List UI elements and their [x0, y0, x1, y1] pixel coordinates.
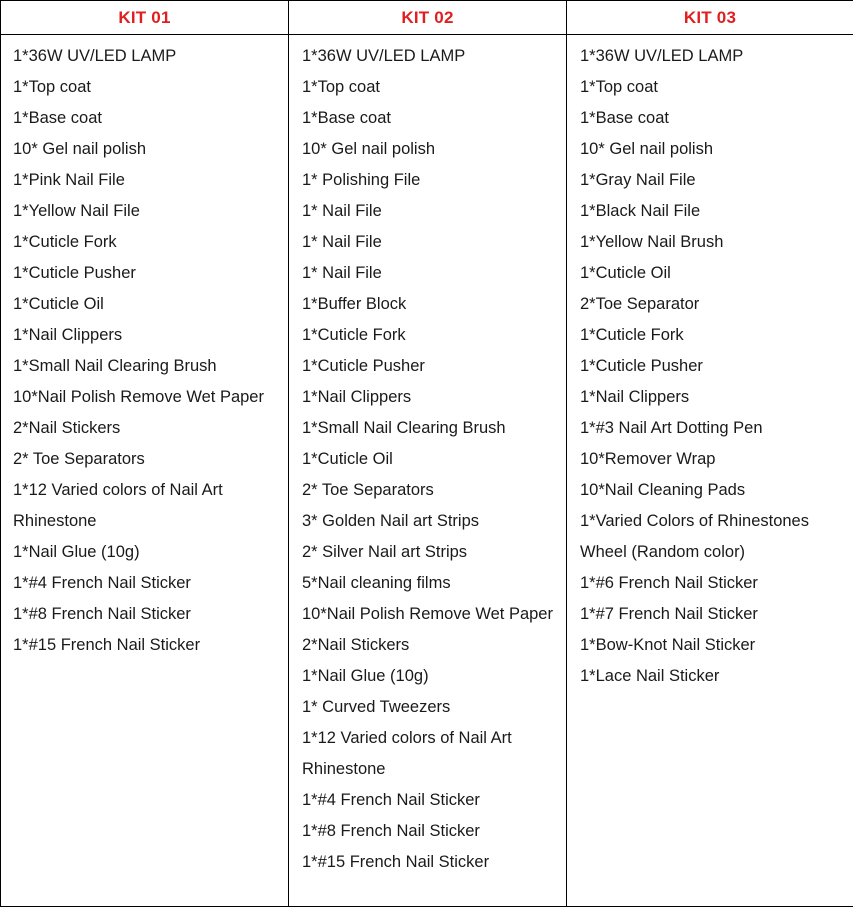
kit-02-contents-cell: 1*36W UV/LED LAMP 1*Top coat 1*Base coat 10… — [288, 34, 567, 907]
list-item: 1*#3 Nail Art Dotting Pen — [580, 419, 763, 437]
list-item: 1*12 Varied colors of Nail Art Rhineston… — [302, 729, 512, 778]
list-item: 10* Gel nail polish — [13, 140, 146, 158]
list-item: 1*Yellow Nail File — [13, 202, 140, 220]
table-body: 1*36W UV/LED LAMP 1*Top coat 1*Base coat 10… — [0, 34, 853, 907]
list-item: 1*#8 French Nail Sticker — [302, 822, 480, 840]
list-item: 1*Lace Nail Sticker — [580, 667, 720, 685]
list-item: 1* Nail File — [302, 264, 382, 282]
list-item: 1*Nail Clippers — [580, 388, 690, 406]
list-item: 1*Cuticle Fork — [580, 326, 684, 344]
list-item: 10*Remover Wrap — [580, 450, 716, 468]
list-item: 1*Base coat — [13, 109, 102, 127]
list-item: 1*Top coat — [302, 78, 380, 96]
list-item: 2*Nail Stickers — [302, 636, 410, 654]
list-item: 3* Golden Nail art Strips — [302, 512, 479, 530]
list-item: 1*Top coat — [580, 78, 658, 96]
list-item: 1*Nail Glue (10g) — [13, 543, 140, 561]
list-item: 1*Base coat — [580, 109, 669, 127]
list-item: 1* Nail File — [302, 233, 382, 251]
list-item: 1*Nail Clippers — [302, 388, 412, 406]
column-header-kit-02: KIT 02 — [288, 0, 567, 35]
list-item: 2*Toe Separator — [580, 295, 700, 313]
list-item: 1*12 Varied colors of Nail Art Rhineston… — [13, 481, 223, 530]
kit-03-item-list: 1*36W UV/LED LAMP 1*Top coat 1*Base coat 10… — [567, 41, 853, 692]
list-item: 1*Cuticle Oil — [302, 450, 393, 468]
list-item: 1*#15 French Nail Sticker — [302, 853, 490, 871]
list-item: 1*Nail Glue (10g) — [302, 667, 429, 685]
list-item: 1*#15 French Nail Sticker — [13, 636, 201, 654]
list-item: 1*Cuticle Pusher — [580, 357, 703, 375]
list-item: 1*Cuticle Fork — [302, 326, 406, 344]
table-row: 1*36W UV/LED LAMP 1*Top coat 1*Base coat 10… — [0, 34, 853, 907]
list-item: 1*Cuticle Fork — [13, 233, 117, 251]
list-item: 1*Base coat — [302, 109, 391, 127]
kit-01-item-list: 1*36W UV/LED LAMP 1*Top coat 1*Base coat 10… — [1, 41, 288, 661]
list-item: 1*#8 French Nail Sticker — [13, 605, 191, 623]
list-item: 2* Silver Nail art Strips — [302, 543, 468, 561]
list-item: 1*36W UV/LED LAMP — [13, 47, 177, 65]
list-item: 1*Gray Nail File — [580, 171, 696, 189]
list-item: 5*Nail cleaning films — [302, 574, 451, 592]
list-item: 10*Nail Polish Remove Wet Paper — [13, 388, 264, 406]
list-item: 1*Cuticle Oil — [580, 264, 671, 282]
kit-comparison-table: KIT 01 KIT 02 KIT 03 1*36W UV/LED LAMP 1*… — [0, 0, 853, 907]
kit-02-item-list: 1*36W UV/LED LAMP 1*Top coat 1*Base coat 10… — [289, 41, 566, 878]
list-item: 1*Small Nail Clearing Brush — [302, 419, 506, 437]
column-header-kit-01: KIT 01 — [0, 0, 289, 35]
list-item: 1*Bow-Knot Nail Sticker — [580, 636, 756, 654]
list-item: 1*#6 French Nail Sticker — [580, 574, 758, 592]
list-item: 1*Yellow Nail Brush — [580, 233, 724, 251]
list-item: 2* Toe Separators — [302, 481, 434, 499]
list-item: 10* Gel nail polish — [580, 140, 713, 158]
list-item: 1*Black Nail File — [580, 202, 701, 220]
list-item: 1*Cuticle Pusher — [13, 264, 136, 282]
list-item: 1* Polishing File — [302, 171, 421, 189]
list-item: 10* Gel nail polish — [302, 140, 435, 158]
list-item: 1*#7 French Nail Sticker — [580, 605, 758, 623]
list-item: 1*Buffer Block — [302, 295, 407, 313]
list-item: 1*36W UV/LED LAMP — [580, 47, 744, 65]
list-item: 1*36W UV/LED LAMP — [302, 47, 466, 65]
list-item: 1*Varied Colors of Rhinestones Wheel (Ra… — [580, 512, 809, 561]
list-item: 1* Nail File — [302, 202, 382, 220]
list-item: 1*Cuticle Pusher — [302, 357, 425, 375]
list-item: 1*Small Nail Clearing Brush — [13, 357, 217, 375]
kit-01-contents-cell: 1*36W UV/LED LAMP 1*Top coat 1*Base coat 10… — [0, 34, 289, 907]
list-item: 1*#4 French Nail Sticker — [13, 574, 191, 592]
list-item: 2* Toe Separators — [13, 450, 145, 468]
kit-03-contents-cell: 1*36W UV/LED LAMP 1*Top coat 1*Base coat 10… — [566, 34, 853, 907]
table-header-row: KIT 01 KIT 02 KIT 03 — [0, 0, 853, 35]
list-item: 1* Curved Tweezers — [302, 698, 451, 716]
list-item: 1*Pink Nail File — [13, 171, 125, 189]
list-item: 10*Nail Polish Remove Wet Paper — [302, 605, 553, 623]
list-item: 10*Nail Cleaning Pads — [580, 481, 746, 499]
list-item: 1*Top coat — [13, 78, 91, 96]
list-item: 1*#4 French Nail Sticker — [302, 791, 480, 809]
list-item: 1*Cuticle Oil — [13, 295, 104, 313]
column-header-kit-03: KIT 03 — [566, 0, 853, 35]
list-item: 1*Nail Clippers — [13, 326, 123, 344]
list-item: 2*Nail Stickers — [13, 419, 121, 437]
